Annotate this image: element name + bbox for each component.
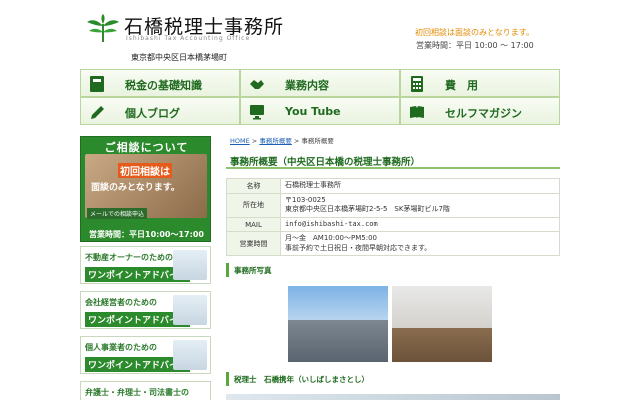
value-line: 東京都中央区日本橋茅場町2-5-5 SK茅場町ビル7階 — [285, 205, 450, 214]
table-row: 所在地 〒103-0025 東京都中央区日本橋茅場町2-5-5 SK茅場町ビル7… — [226, 193, 560, 218]
banner-title: 個人事業者のための — [85, 343, 157, 352]
section-heading-text: 事務所写真 — [234, 266, 272, 275]
row-value: info@ishibashi-tax.com — [280, 216, 560, 233]
row-label: 営業時間 — [226, 231, 281, 257]
bamboo-leaf-logo-icon — [87, 14, 119, 42]
profile-photo — [226, 394, 560, 400]
breadcrumb-home-link[interactable]: HOME — [230, 137, 250, 145]
open-book-icon — [410, 106, 424, 118]
banner-real-estate-owner[interactable]: 不動産オーナーのための ワンポイントアドバイス — [80, 246, 211, 284]
site-subtitle: Ishibashi Tax Accounting Office — [126, 35, 251, 42]
banner-company-manager[interactable]: 会社経営者のための ワンポイントアドバイス — [80, 291, 211, 329]
pencil-icon — [91, 106, 104, 119]
nav-label: 費 用 — [445, 79, 478, 92]
row-value: 石橋税理士事務所 — [280, 178, 560, 194]
calculator-icon — [411, 76, 423, 92]
nav-label: 税金の基礎知識 — [125, 79, 202, 92]
table-row: MAIL info@ishibashi-tax.com — [226, 216, 560, 233]
banner-image — [173, 250, 207, 280]
consult-title: ご相談について — [104, 141, 189, 154]
row-value: 月～金 AM10:00～PM5:00 事前予約で土日祝日・夜間早朝対応できます。 — [280, 231, 560, 257]
breadcrumb: HOME > 事務所概要 > 事務所概要 — [230, 135, 334, 145]
banner-image — [173, 295, 207, 325]
consultation-banner[interactable]: ご相談について 初回相談は 面談のみとなります。 メールでの相談申込 営業時間：… — [80, 136, 211, 242]
nav-item-services[interactable]: 業務内容 — [240, 69, 400, 97]
mail-consult-button[interactable]: メールでの相談申込 — [87, 208, 148, 219]
monitor-icon — [250, 105, 264, 120]
banner-title: 会社経営者のための — [85, 298, 157, 307]
header-consult-note: 初回相談は面談のみとなります。 — [415, 28, 534, 37]
page-title: 事務所概要（中央区日本橋の税理士事務所） — [226, 149, 560, 169]
book-icon — [90, 76, 104, 92]
page-title-text: 事務所概要（中央区日本橋の税理士事務所） — [230, 157, 421, 168]
nav-label: You Tube — [285, 105, 341, 118]
banner-title: 不動産オーナーのための — [85, 253, 173, 262]
row-label: MAIL — [226, 216, 281, 233]
value-line: 石橋税理士事務所 — [285, 181, 341, 190]
global-nav: 税金の基礎知識 業務内容 費 用 個人ブログ You Tube セルフマガジン — [80, 69, 560, 125]
nav-label: 個人ブログ — [125, 107, 180, 120]
banner-sole-proprietor[interactable]: 個人事業者のための ワンポイントアドバイス — [80, 336, 211, 374]
breadcrumb-link[interactable]: 事務所概要 — [259, 137, 292, 145]
header-address: 東京都中央区日本橋茅場町 — [131, 53, 227, 62]
nav-label: 業務内容 — [285, 79, 329, 92]
nav-item-tax-basics[interactable]: 税金の基礎知識 — [80, 69, 240, 97]
section-heading-photos: 事務所写真 — [226, 263, 560, 277]
banner-title: 弁護士・弁理士・司法書士の — [85, 388, 189, 397]
nav-item-fees[interactable]: 費 用 — [400, 69, 560, 97]
breadcrumb-current: 事務所概要 — [301, 137, 334, 145]
office-building-photo — [288, 286, 388, 362]
breadcrumb-separator: > — [249, 137, 260, 145]
value-line: 月～金 AM10:00～PM5:00 — [285, 234, 377, 243]
office-interior-photo — [392, 286, 492, 362]
nav-item-blog[interactable]: 個人ブログ — [80, 97, 240, 125]
consult-hours: 営業時間：平日10:00〜17:00 — [89, 230, 204, 239]
breadcrumb-separator: > — [291, 137, 302, 145]
section-heading-profile: 税理士 石橋携年（いしばしまさとし） — [226, 372, 560, 386]
office-info-table: 名称 石橋税理士事務所 所在地 〒103-0025 東京都中央区日本橋茅場町2-… — [226, 178, 560, 257]
section-heading-text: 税理士 石橋携年（いしばしまさとし） — [234, 375, 369, 384]
banner-image — [173, 340, 207, 370]
header-hours: 営業時間：平日 10:00 〜 17:00 — [416, 41, 534, 50]
consult-headline-2: 面談のみとなります。 — [91, 183, 180, 193]
table-row: 名称 石橋税理士事務所 — [226, 178, 560, 194]
nav-label: セルフマガジン — [445, 107, 522, 120]
table-row: 営業時間 月～金 AM10:00～PM5:00 事前予約で土日祝日・夜間早朝対応… — [226, 231, 560, 257]
row-value: 〒103-0025 東京都中央区日本橋茅場町2-5-5 SK茅場町ビル7階 — [280, 193, 560, 218]
row-label: 名称 — [226, 178, 281, 194]
value-line: 事前予約で土日祝日・夜間早朝対応できます。 — [285, 243, 432, 252]
nav-item-youtube[interactable]: You Tube — [240, 97, 400, 125]
handshake-icon — [250, 80, 264, 89]
nav-item-self-magazine[interactable]: セルフマガジン — [400, 97, 560, 125]
consult-headline-1: 初回相談は — [118, 163, 172, 178]
row-label: 所在地 — [226, 193, 281, 218]
page: 石橋税理士事務所 Ishibashi Tax Accounting Office… — [0, 0, 640, 400]
banner-lawyers[interactable]: 弁護士・弁理士・司法書士の — [80, 381, 211, 400]
email-text[interactable]: info@ishibashi-tax.com — [285, 220, 555, 229]
